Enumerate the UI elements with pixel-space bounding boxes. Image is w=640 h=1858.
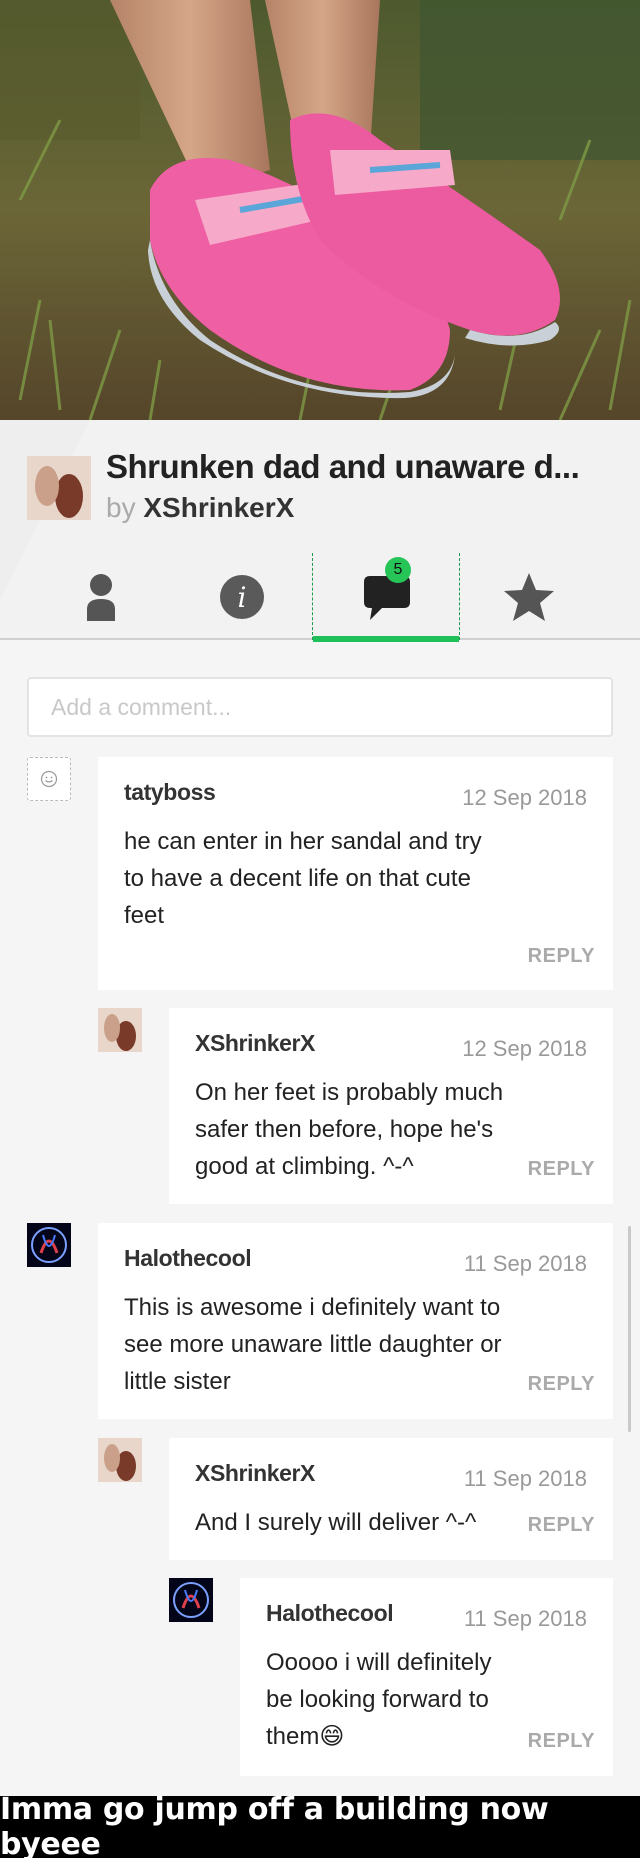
avatar[interactable] — [98, 1008, 142, 1052]
comment-card: XShrinkerX 11 Sep 2018 And I surely will… — [169, 1438, 613, 1560]
comment-date: 11 Sep 2018 — [463, 1466, 587, 1491]
reply-button[interactable]: REPLY — [528, 945, 595, 968]
by-label: by — [106, 492, 136, 523]
add-comment-input[interactable]: Add a comment... — [27, 677, 613, 737]
comment-count-badge: 5 — [385, 557, 411, 583]
avatar[interactable] — [169, 1578, 213, 1622]
avatar[interactable] — [98, 1438, 142, 1482]
story-title[interactable]: Shrunken dad and unaware d... — [106, 448, 580, 486]
comment-date: 12 Sep 2018 — [462, 1036, 587, 1061]
reply-button[interactable]: REPLY — [528, 1373, 595, 1396]
comment-date: 11 Sep 2018 — [463, 1606, 587, 1631]
reply-button[interactable]: REPLY — [528, 1514, 595, 1537]
comment-text: Ooooo i will definitely be looking forwar… — [266, 1649, 492, 1750]
smile-icon — [40, 770, 58, 788]
avatar[interactable] — [27, 1223, 71, 1267]
story-tabs: i 5 — [0, 553, 640, 642]
tab-author[interactable] — [27, 553, 175, 640]
person-icon — [87, 573, 115, 621]
comment-text: And I surely will deliver ^-^ — [195, 1509, 477, 1536]
comment-date: 11 Sep 2018 — [463, 1251, 587, 1276]
star-icon — [504, 572, 554, 621]
comment-card: XShrinkerX 12 Sep 2018 On her feet is pr… — [169, 1008, 613, 1204]
scrollbar[interactable] — [628, 1226, 631, 1432]
tab-rate[interactable] — [455, 553, 603, 640]
story-byline: by XShrinkerX — [106, 492, 294, 524]
author-link[interactable]: XShrinkerX — [143, 492, 294, 523]
story-thumbnail[interactable] — [27, 456, 91, 520]
comment-username[interactable]: XShrinkerX — [195, 1460, 315, 1487]
comment-username[interactable]: tatyboss — [124, 779, 216, 806]
svg-text:i: i — [238, 581, 247, 614]
comment-card: Halothecool 11 Sep 2018 Ooooo i will def… — [240, 1578, 613, 1776]
comment-card: Halothecool 11 Sep 2018 This is awesome … — [98, 1223, 613, 1419]
smile-avatar — [27, 757, 71, 801]
comment-card: tatyboss 12 Sep 2018 he can enter in her… — [98, 757, 613, 990]
meme-caption: Imma go jump off a building now byeee — [0, 1792, 640, 1858]
info-icon: i — [220, 574, 264, 619]
cover-photo — [0, 0, 640, 420]
comment-text: This is awesome i definitely want to see … — [124, 1294, 502, 1395]
comment-text: On her feet is probably much safer then b… — [195, 1079, 504, 1180]
comment-username[interactable]: Halothecool — [124, 1245, 252, 1272]
comment-username[interactable]: Halothecool — [266, 1600, 394, 1627]
comment-text: he can enter in her sandal and try to hav… — [124, 828, 482, 929]
reply-button[interactable]: REPLY — [528, 1730, 595, 1753]
comment-username[interactable]: XShrinkerX — [195, 1030, 315, 1057]
tab-comments[interactable]: 5 — [312, 553, 460, 642]
reply-button[interactable]: REPLY — [528, 1158, 595, 1181]
sneakers-photo — [0, 0, 640, 420]
tab-info[interactable]: i — [168, 553, 316, 640]
comment-date: 12 Sep 2018 — [462, 785, 587, 810]
